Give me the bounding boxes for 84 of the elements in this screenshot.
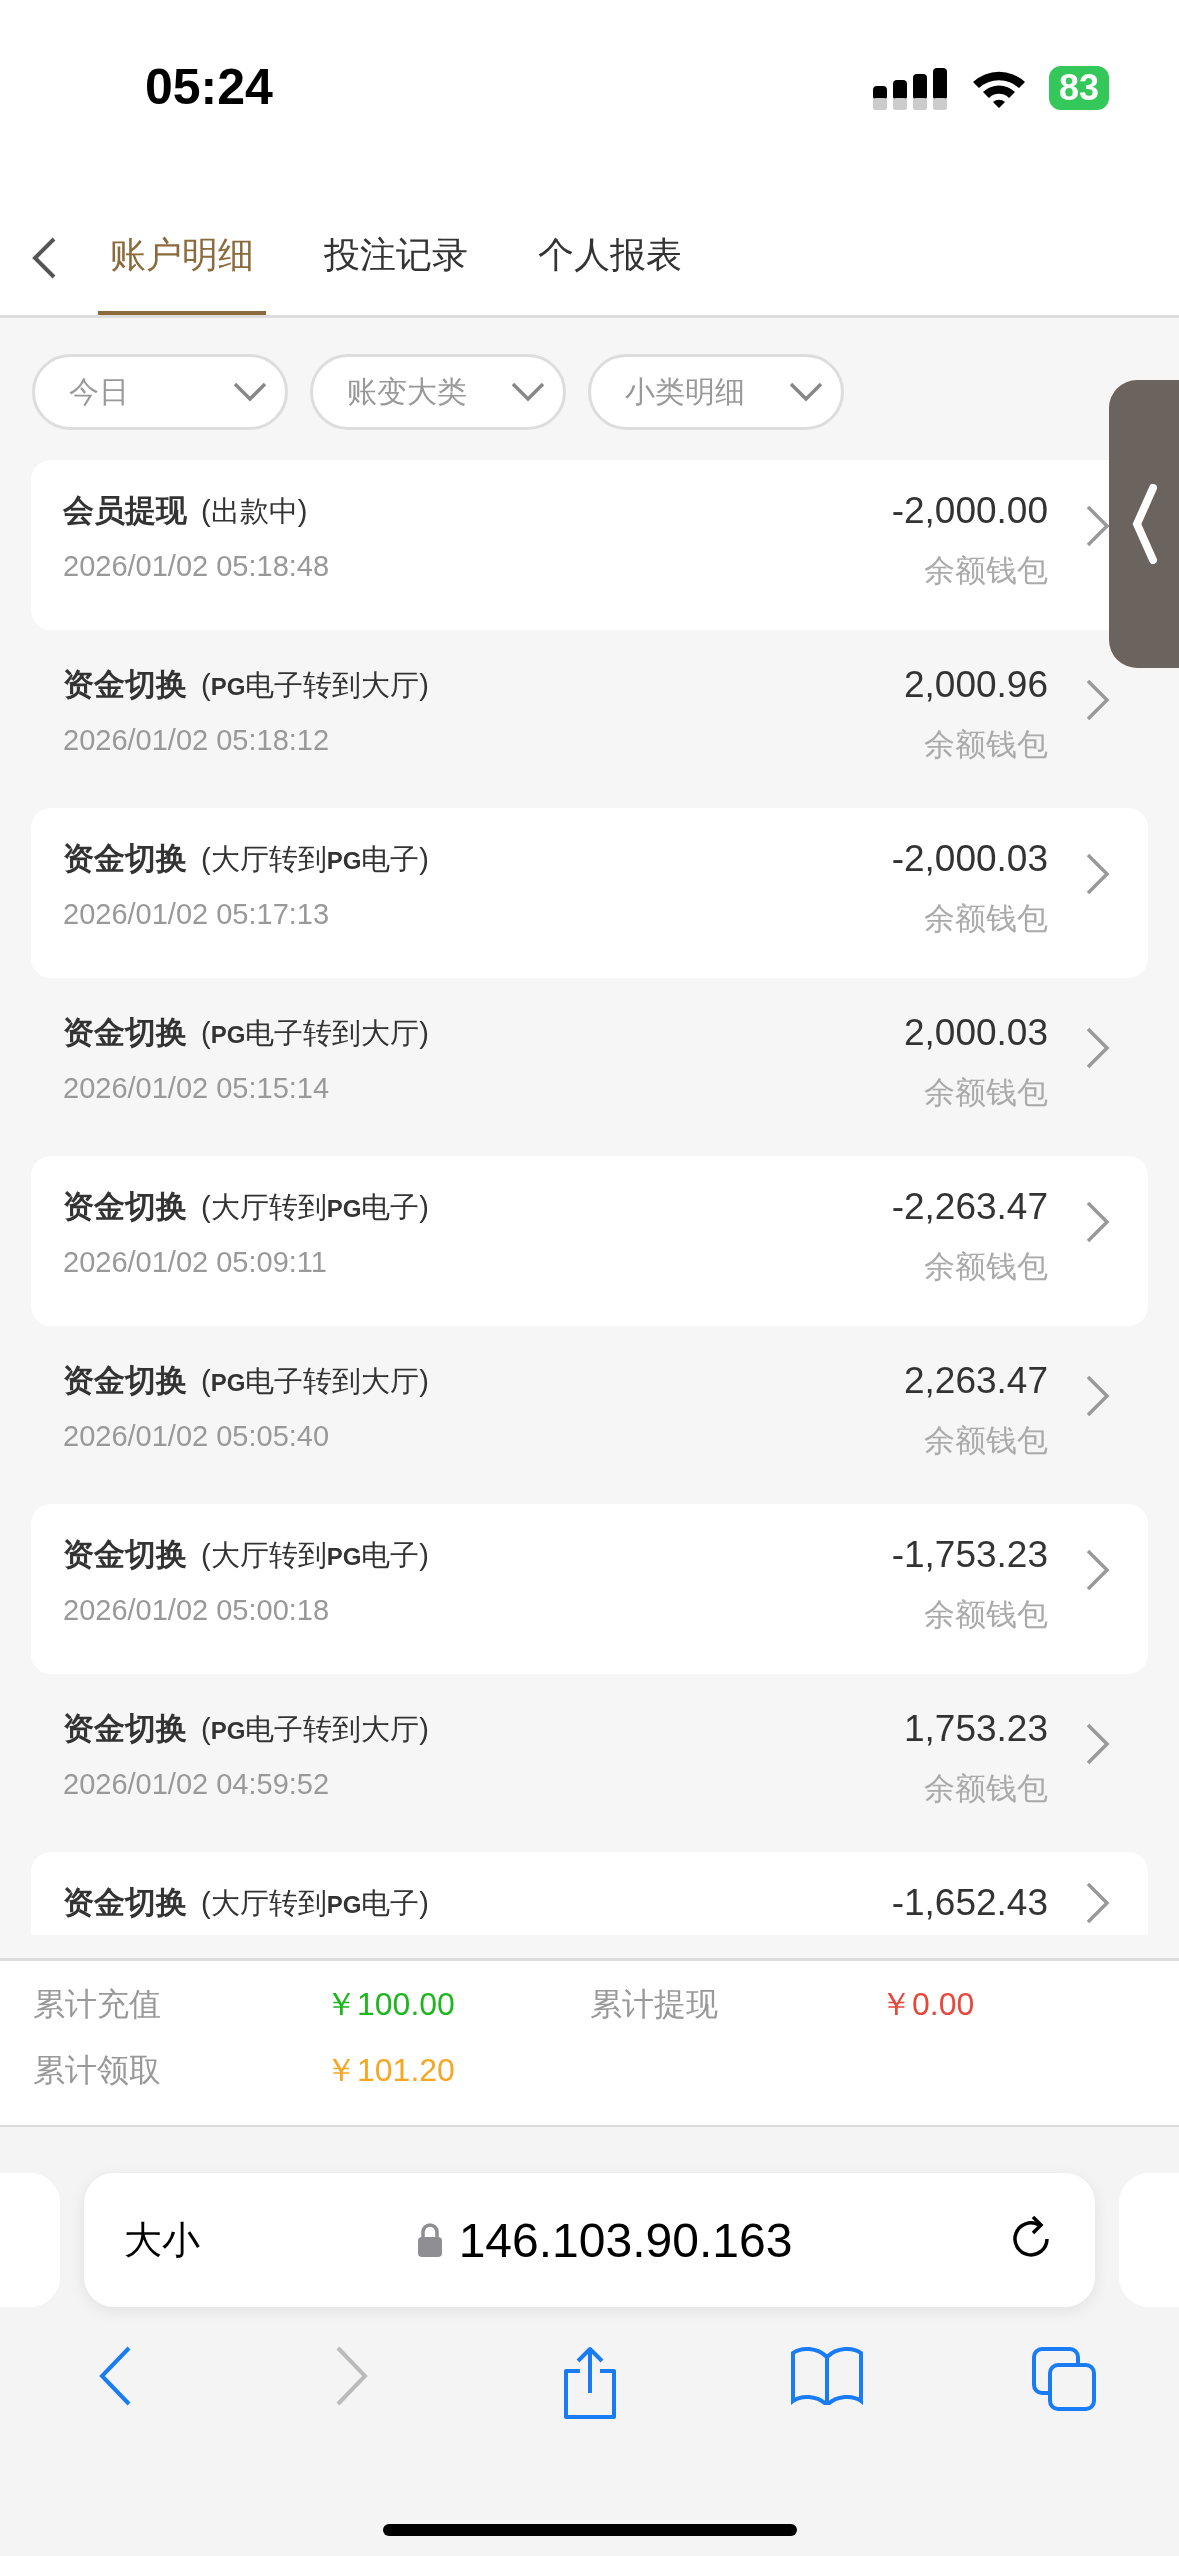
record-note: (大厅转到PG电子) <box>201 842 430 877</box>
record-card[interactable]: 资金切换 (大厅转到PG电子) -1,652.43 <box>31 1852 1148 1935</box>
tabs-icon <box>1030 2345 1098 2413</box>
address-bar[interactable]: 大小 146.103.90.163 <box>84 2173 1095 2307</box>
signal-icon <box>872 66 949 110</box>
record-amount: -1,753.23 <box>891 1534 1048 1576</box>
record-date: 2026/01/02 05:18:48 <box>63 550 331 584</box>
record-wallet: 余额钱包 <box>923 1596 1048 1634</box>
lock-icon <box>416 2223 443 2257</box>
chevron-right-icon <box>1086 505 1110 547</box>
side-menu[interactable] <box>1109 380 1179 668</box>
chevron-right-icon <box>1086 1549 1110 1591</box>
record-date: 2026/01/02 05:18:12 <box>63 724 331 758</box>
record-title: 资金切换 <box>63 1362 187 1400</box>
chevron-right-icon <box>1086 1375 1110 1417</box>
record-title: 资金切换 <box>63 1188 187 1226</box>
summary-value: ￥100.00 <box>325 1985 456 2024</box>
record-note: (PG电子转到大厅) <box>201 1364 430 1399</box>
tab[interactable]: 账户明细 <box>98 200 266 315</box>
chevron-down-icon <box>233 382 267 402</box>
record-card[interactable]: 资金切换 (PG电子转到大厅) 2,000.03 2026/01/02 05:15:14 余额钱包 <box>31 982 1148 1152</box>
record-note: (大厅转到PG电子) <box>201 1538 430 1573</box>
record-amount: -2,000.03 <box>891 838 1048 880</box>
summary-label: 累计充值 <box>33 1985 162 2024</box>
record-wallet: 余额钱包 <box>923 1422 1048 1460</box>
battery-level: 83 <box>1048 66 1109 110</box>
record-wallet: 余额钱包 <box>923 1074 1048 1112</box>
record-title: 资金切换 <box>63 1014 187 1052</box>
record-wallet: 余额钱包 <box>923 900 1048 938</box>
record-amount: -1,652.43 <box>891 1882 1048 1924</box>
chevron-down-icon <box>789 382 823 402</box>
summary-label: 累计提现 <box>590 1985 719 2024</box>
tab[interactable]: 投注记录 <box>312 200 480 315</box>
record-date: 2026/01/02 05:05:40 <box>63 1420 331 1454</box>
record-amount: -2,263.47 <box>891 1186 1048 1228</box>
record-note: (PG电子转到大厅) <box>201 1712 430 1747</box>
record-title: 资金切换 <box>63 666 187 704</box>
record-wallet: 余额钱包 <box>923 726 1048 764</box>
chevron-down-icon <box>511 382 545 402</box>
chevron-left-icon <box>30 235 58 280</box>
record-note: (PG电子转到大厅) <box>201 1016 430 1051</box>
record-card[interactable]: 资金切换 (PG电子转到大厅) 1,753.23 2026/01/02 04:59:52 余额钱包 <box>31 1678 1148 1848</box>
record-note: (大厅转到PG电子) <box>201 1886 430 1921</box>
record-note: (PG电子转到大厅) <box>201 668 430 703</box>
record-amount: 1,753.23 <box>903 1708 1048 1750</box>
record-wallet: 余额钱包 <box>923 1248 1048 1286</box>
tab[interactable]: 个人报表 <box>526 200 694 315</box>
record-title: 资金切换 <box>63 1710 187 1748</box>
record-card[interactable]: 资金切换 (大厅转到PG电子) -2,000.03 2026/01/02 05:17:13 余额钱包 <box>31 808 1148 978</box>
record-card[interactable]: 资金切换 (PG电子转到大厅) 2,263.47 2026/01/02 05:05:40 余额钱包 <box>31 1330 1148 1500</box>
record-note: (大厅转到PG电子) <box>201 1190 430 1225</box>
record-title: 会员提现 <box>63 492 187 530</box>
chevron-right-icon <box>1086 1027 1110 1069</box>
record-amount: 2,263.47 <box>903 1360 1048 1402</box>
record-amount: 2,000.03 <box>903 1012 1048 1054</box>
record-card[interactable]: 资金切换 (大厅转到PG电子) -1,753.23 2026/01/02 05:00:18 余额钱包 <box>31 1504 1148 1674</box>
record-title: 资金切换 <box>63 1884 187 1922</box>
book-icon <box>788 2345 865 2405</box>
summary-value: ￥0.00 <box>880 1985 976 2024</box>
record-card[interactable]: 资金切换 (大厅转到PG电子) -2,263.47 2026/01/02 05:09:11 余额钱包 <box>31 1156 1148 1326</box>
summary-value: ￥101.20 <box>325 2051 456 2090</box>
chevron-right-icon <box>1086 679 1110 721</box>
chevron-left-icon <box>97 2345 133 2407</box>
chevron-right-icon <box>1086 1201 1110 1243</box>
record-wallet: 余额钱包 <box>923 552 1048 590</box>
text-size-button[interactable]: 大小 <box>124 2214 200 2266</box>
record-date: 2026/01/02 05:17:13 <box>63 898 331 932</box>
record-date: 2026/01/02 05:00:18 <box>63 1594 331 1628</box>
summary-label: 累计领取 <box>33 2051 162 2090</box>
chevron-right-icon <box>1086 1882 1110 1924</box>
url-text: 146.103.90.163 <box>458 2212 793 2268</box>
status-time: 05:24 <box>145 58 273 116</box>
record-title: 资金切换 <box>63 1536 187 1574</box>
chevron-right-icon <box>1086 1723 1110 1765</box>
record-date: 2026/01/02 05:15:14 <box>63 1072 331 1106</box>
record-amount: -2,000.00 <box>891 490 1048 532</box>
record-note: (出款中) <box>201 494 308 529</box>
record-amount: 2,000.96 <box>903 664 1048 706</box>
record-date: 2026/01/02 04:59:52 <box>63 1768 331 1802</box>
record-title: 资金切换 <box>63 840 187 878</box>
record-date: 2026/01/02 05:09:11 <box>63 1246 328 1280</box>
record-card[interactable]: 资金切换 (PG电子转到大厅) 2,000.96 2026/01/02 05:18:12 余额钱包 <box>31 634 1148 804</box>
chevron-right-icon <box>1086 853 1110 895</box>
record-wallet: 余额钱包 <box>923 1770 1048 1808</box>
